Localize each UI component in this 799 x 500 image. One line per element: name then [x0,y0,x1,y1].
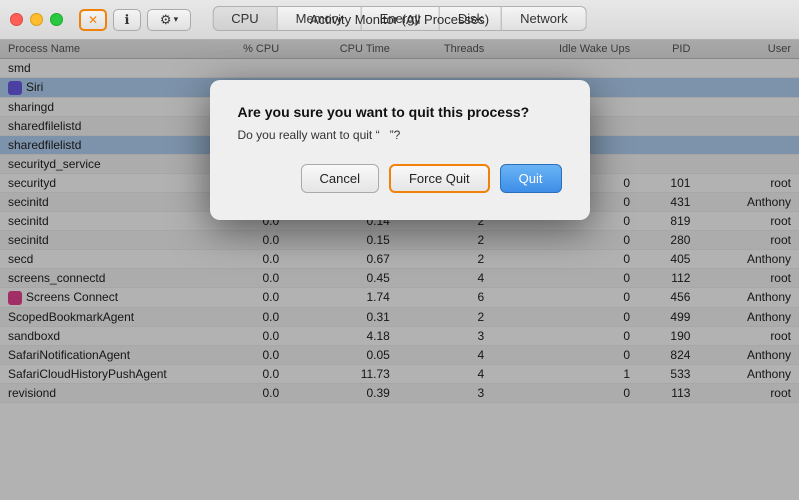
tab-cpu[interactable]: CPU [212,6,277,31]
maximize-button[interactable] [50,13,63,26]
quit-button[interactable]: Quit [500,164,562,193]
titlebar: ✕ ℹ ⚙ ▾ CPU Memory Energy Disk Network A… [0,0,799,40]
modal-overlay: Are you sure you want to quit this proce… [0,40,799,500]
quit-process-dialog: Are you sure you want to quit this proce… [210,80,590,220]
inspect-process-button[interactable]: ℹ [113,9,141,31]
cancel-button[interactable]: Cancel [301,164,379,193]
traffic-lights [10,13,63,26]
modal-body: Do you really want to quit “ ”? [238,128,562,142]
modal-title: Are you sure you want to quit this proce… [238,104,562,120]
force-quit-button[interactable]: Force Quit [389,164,490,193]
info-icon: ℹ [125,12,130,28]
main-content: Process Name % CPU CPU Time Threads Idle… [0,40,799,500]
close-button[interactable] [10,13,23,26]
modal-buttons: Cancel Force Quit Quit [238,164,562,193]
tab-network[interactable]: Network [502,6,587,31]
chevron-down-icon: ▾ [174,14,179,25]
minimize-button[interactable] [30,13,43,26]
quit-process-button[interactable]: ✕ [79,9,107,31]
quit-icon: ✕ [88,13,98,27]
gear-menu-button[interactable]: ⚙ ▾ [147,9,191,31]
window-title: Activity Monitor (All Processes) [310,12,489,27]
toolbar: ✕ ℹ ⚙ ▾ [79,9,191,31]
gear-icon: ⚙ [160,12,172,28]
